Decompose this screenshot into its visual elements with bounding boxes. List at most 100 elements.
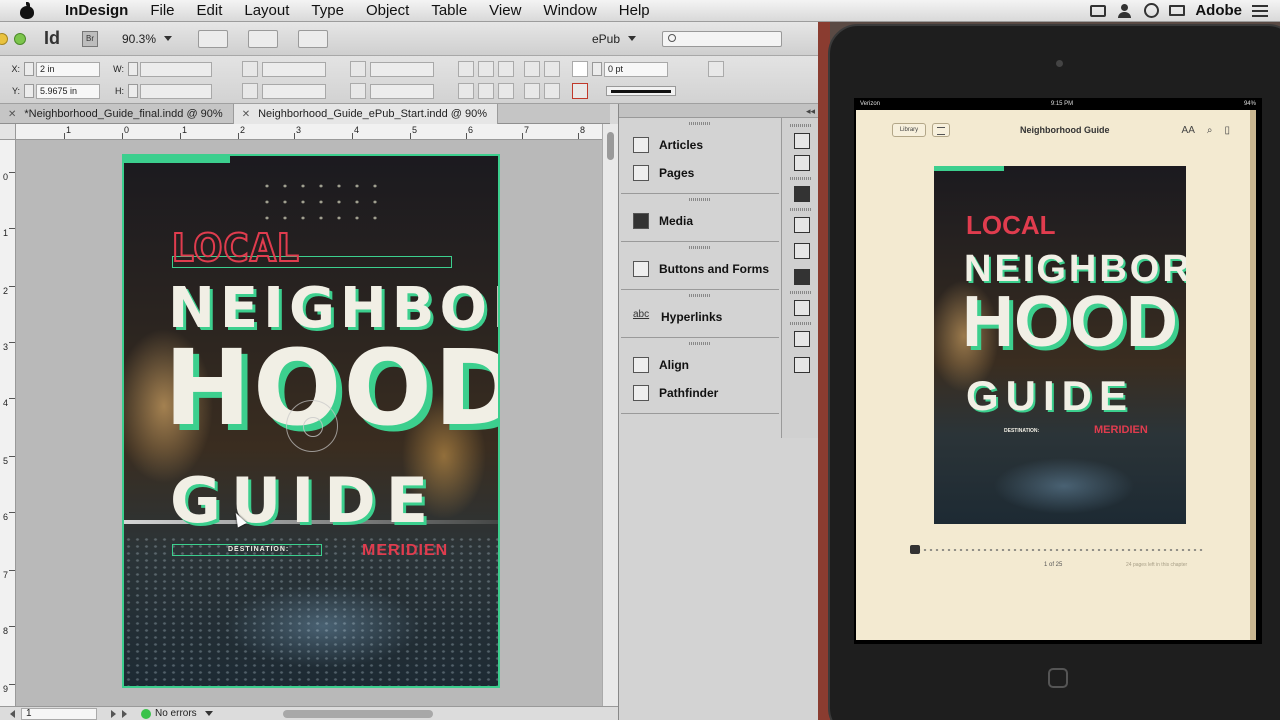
panel-grip[interactable] <box>689 342 711 345</box>
panel-grip[interactable] <box>789 208 812 211</box>
screen-record-icon[interactable] <box>1090 4 1107 17</box>
search-icon[interactable]: ⌕ <box>1207 125 1213 136</box>
screen-mode-button[interactable] <box>248 29 279 48</box>
stroke-weight-stepper[interactable] <box>592 62 602 76</box>
horizontal-ruler[interactable]: 1 0 1 2 3 4 5 6 7 8 <box>16 124 610 140</box>
text-path-icon[interactable] <box>498 61 514 77</box>
ruler-origin[interactable] <box>0 124 16 140</box>
scale-y-field[interactable] <box>262 83 326 99</box>
panel-pathfinder[interactable]: Pathfinder <box>621 379 779 407</box>
bookmark-icon[interactable]: ▯ <box>1224 125 1230 136</box>
scale-x-field[interactable] <box>262 61 326 77</box>
arrange-documents-button[interactable] <box>298 29 329 48</box>
rotate-ccw-icon[interactable] <box>478 61 494 77</box>
object-styles-icon[interactable] <box>790 298 812 316</box>
rotate-cw-icon[interactable] <box>458 61 474 77</box>
help-search-input[interactable] <box>662 30 782 47</box>
menu-window[interactable]: Window <box>532 2 607 19</box>
minimize-button[interactable] <box>0 32 8 45</box>
collapse-panels-icon[interactable]: ◂◂ <box>806 106 815 117</box>
scale-x-icon[interactable] <box>242 61 258 77</box>
library-button[interactable]: Library <box>892 123 926 137</box>
x-stepper[interactable] <box>24 62 34 76</box>
flip-horizontal-icon[interactable] <box>524 61 540 77</box>
stroke-type-dropdown[interactable] <box>606 86 676 96</box>
select-content-icon[interactable] <box>498 83 514 99</box>
pasteboard[interactable]: LOCAL NEIGHBOR HOOD GUIDE DESTINATION: M… <box>16 140 602 706</box>
panel-align[interactable]: Align <box>621 351 779 379</box>
rotate-field[interactable] <box>370 61 434 77</box>
apple-menu-icon[interactable] <box>18 1 36 20</box>
panel-grip[interactable] <box>789 322 812 325</box>
select-next-icon[interactable] <box>544 83 560 99</box>
last-page-icon[interactable] <box>122 709 127 718</box>
stroke-swatch[interactable] <box>572 83 588 99</box>
page-number-field[interactable]: 1 <box>21 707 97 720</box>
w-field[interactable] <box>140 61 212 77</box>
menu-view[interactable]: View <box>478 2 532 19</box>
panel-grip[interactable] <box>689 246 711 249</box>
close-icon[interactable]: ✕ <box>8 109 16 120</box>
horizontal-scrollbar[interactable] <box>282 709 433 718</box>
chevron-down-icon[interactable] <box>204 711 213 716</box>
cover-meridien-text[interactable]: MERIDIEN <box>362 542 448 560</box>
shear-icon[interactable] <box>350 83 366 99</box>
tab-neighborhood-guide-final[interactable]: ✕ *Neighborhood_Guide_final.indd @ 90% <box>0 104 234 124</box>
view-options-button[interactable] <box>198 29 229 48</box>
layers-icon[interactable] <box>790 153 812 171</box>
dock-header[interactable]: ◂◂ <box>619 104 821 118</box>
menu-layout[interactable]: Layout <box>233 2 300 19</box>
vertical-scrollbar[interactable] <box>602 124 618 706</box>
panel-grip[interactable] <box>789 291 812 294</box>
vertical-ruler[interactable]: 0 1 2 3 4 5 6 7 8 9 <box>0 140 16 706</box>
display-icon[interactable] <box>1169 5 1186 16</box>
book-cover-image[interactable]: LOCAL NEIGHBOR HOOD GUIDE DESTINATION: M… <box>934 166 1186 524</box>
panel-grip[interactable] <box>689 294 711 297</box>
page-scrubber[interactable] <box>910 545 1204 554</box>
shear-field[interactable] <box>370 83 434 99</box>
menu-app[interactable]: InDesign <box>54 2 139 19</box>
rotate-icon[interactable] <box>350 61 366 77</box>
select-container-icon[interactable] <box>544 61 560 77</box>
bridge-button[interactable]: Br <box>82 30 98 47</box>
table-of-contents-icon[interactable] <box>932 123 950 137</box>
panel-articles[interactable]: Articles <box>621 131 779 159</box>
menu-table[interactable]: Table <box>420 2 478 19</box>
panel-grip[interactable] <box>689 198 711 201</box>
select-previous-icon[interactable] <box>524 83 540 99</box>
scrubber-thumb[interactable] <box>910 545 920 554</box>
cover-destination-text[interactable]: DESTINATION: <box>228 546 289 553</box>
swatches-icon[interactable] <box>790 184 812 202</box>
flip-vertical-icon[interactable] <box>478 83 494 99</box>
paragraph-styles-icon[interactable] <box>790 355 812 373</box>
content-grabber-icon[interactable] <box>286 400 338 452</box>
panel-grip[interactable] <box>689 122 711 125</box>
y-field[interactable]: 5.9675 in <box>36 83 100 99</box>
document-page[interactable]: LOCAL NEIGHBOR HOOD GUIDE DESTINATION: M… <box>122 154 500 688</box>
cover-local-text[interactable]: LOCAL <box>171 225 300 271</box>
creative-cloud-icon[interactable] <box>1144 3 1160 18</box>
panel-media[interactable]: Media <box>621 207 779 235</box>
preflight-status[interactable]: No errors <box>155 708 197 719</box>
user-icon[interactable] <box>1116 3 1134 18</box>
home-button[interactable] <box>1048 668 1068 688</box>
fill-swatch[interactable] <box>572 61 588 77</box>
zoom-level-dropdown[interactable]: 90.3% <box>122 32 173 46</box>
h-stepper[interactable] <box>128 84 138 98</box>
workspace-switcher[interactable]: ePub <box>592 30 790 47</box>
menu-file[interactable]: File <box>139 2 185 19</box>
notification-list-icon[interactable] <box>1252 4 1268 17</box>
adobe-menu[interactable]: Adobe <box>1195 2 1242 19</box>
gradient-icon[interactable] <box>790 241 812 259</box>
y-stepper[interactable] <box>24 84 34 98</box>
h-field[interactable] <box>140 83 212 99</box>
panel-buttons-and-forms[interactable]: Buttons and Forms <box>621 255 779 283</box>
scale-y-icon[interactable] <box>242 83 258 99</box>
stroke-icon[interactable] <box>790 215 812 233</box>
zoom-window-button[interactable] <box>14 32 26 45</box>
character-styles-icon[interactable] <box>790 329 812 347</box>
x-field[interactable]: 2 in <box>36 61 100 77</box>
panel-hyperlinks[interactable]: abc Hyperlinks <box>621 303 779 331</box>
quick-apply-icon[interactable] <box>708 61 724 77</box>
menu-help[interactable]: Help <box>608 2 661 19</box>
